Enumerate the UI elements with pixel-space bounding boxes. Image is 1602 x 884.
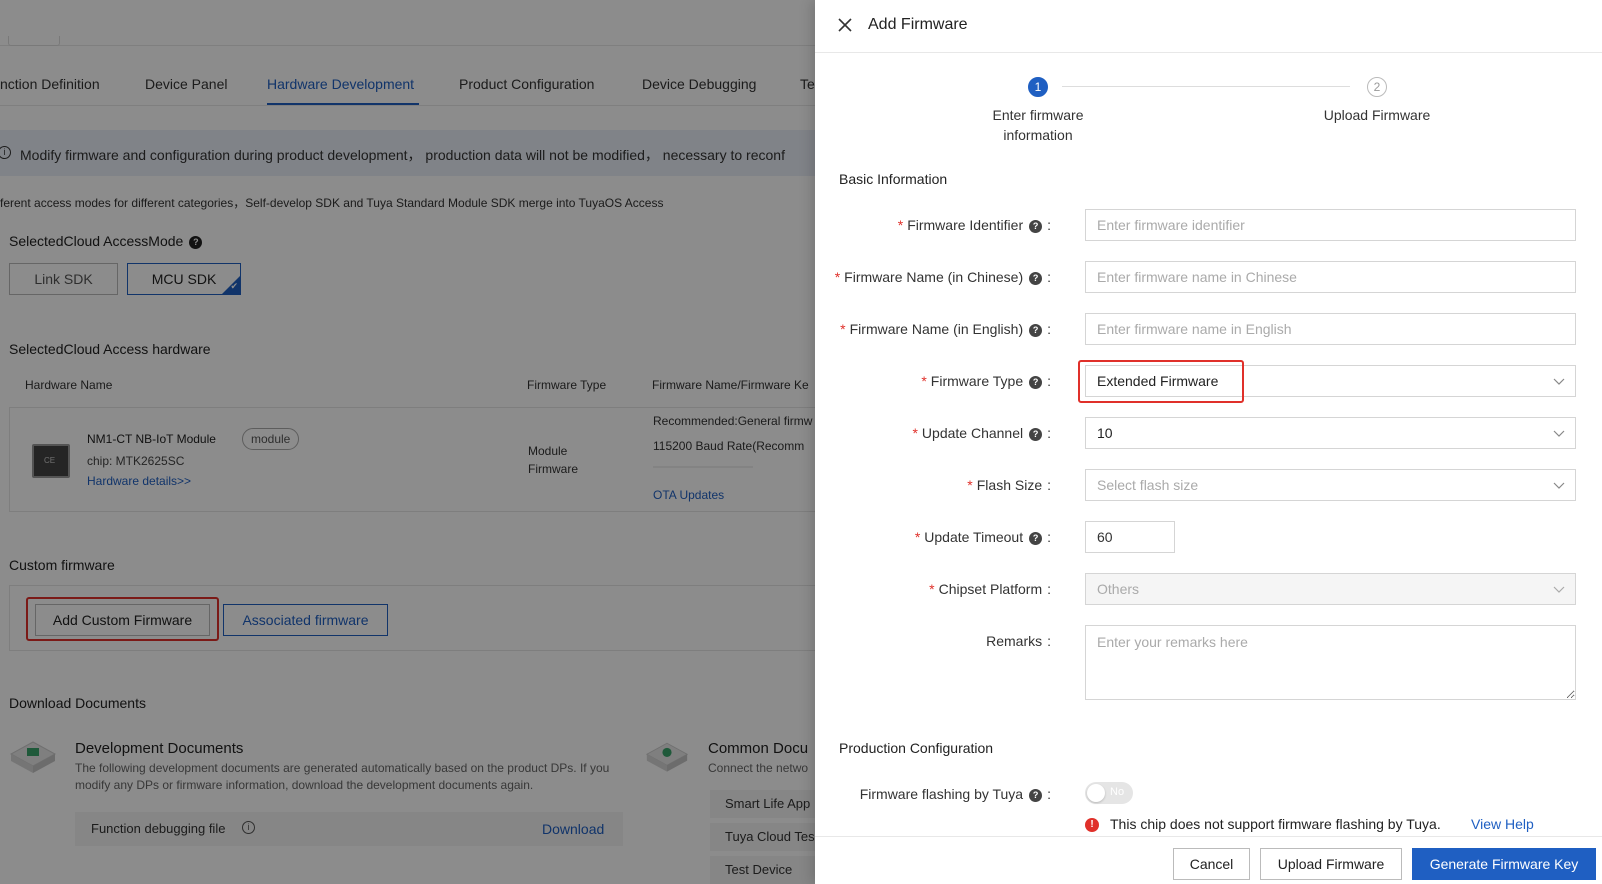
chipset-platform-label-text: Chipset Platform	[938, 581, 1043, 597]
required-marker: *	[840, 321, 846, 337]
flashing-warning-text: This chip does not support firmware flas…	[1110, 816, 1441, 832]
drawer-title: Add Firmware	[868, 16, 968, 33]
firmware-name-cn-label-text: Firmware Name (in Chinese)	[844, 269, 1024, 285]
step-2-dot: 2	[1367, 77, 1387, 97]
modal-overlay[interactable]	[0, 0, 815, 884]
update-channel-value: 10	[1097, 425, 1113, 441]
flash-size-label: * Flash Size:	[967, 477, 1051, 493]
question-icon[interactable]: ?	[1029, 532, 1043, 545]
label-colon: :	[1047, 529, 1051, 545]
question-icon[interactable]: ?	[1029, 376, 1043, 389]
firmware-identifier-input[interactable]	[1085, 209, 1576, 241]
view-help-link[interactable]: View Help	[1471, 816, 1534, 832]
flash-size-select[interactable]: Select flash size	[1085, 469, 1576, 501]
chipset-platform-select: Others	[1085, 573, 1576, 605]
firmware-type-label-text: Firmware Type	[930, 373, 1024, 389]
label-colon: :	[1047, 786, 1051, 802]
chipset-platform-label: * Chipset Platform:	[929, 581, 1051, 597]
chevron-down-icon	[1553, 482, 1565, 489]
label-colon: :	[1047, 321, 1051, 337]
question-icon[interactable]: ?	[1029, 789, 1043, 802]
flashing-by-tuya-toggle[interactable]: No	[1085, 782, 1133, 804]
error-icon: !	[1085, 818, 1099, 832]
remarks-label: Remarks:	[986, 633, 1051, 649]
firmware-name-cn-input[interactable]	[1085, 261, 1576, 293]
question-icon[interactable]: ?	[1029, 220, 1043, 233]
label-colon: :	[1047, 217, 1051, 233]
update-timeout-label-text: Update Timeout	[924, 529, 1024, 545]
firmware-name-cn-label: * Firmware Name (in Chinese)?:	[835, 269, 1051, 285]
firmware-name-en-label: * Firmware Name (in English)?:	[840, 321, 1051, 337]
drawer-header: Add Firmware	[815, 0, 1602, 53]
step-indicator: 1 2 Enter firmware information Upload Fi…	[815, 70, 1602, 150]
drawer-footer: Cancel Upload Firmware Generate Firmware…	[815, 836, 1602, 884]
update-channel-select[interactable]: 10	[1085, 417, 1576, 449]
update-channel-label-text: Update Channel	[921, 425, 1024, 441]
toggle-state-label: No	[1110, 786, 1125, 798]
firmware-identifier-label: * Firmware Identifier?:	[898, 217, 1051, 233]
label-colon: :	[1047, 633, 1051, 649]
production-configuration-title: Production Configuration	[839, 740, 994, 756]
label-colon: :	[1047, 581, 1051, 597]
chevron-down-icon	[1553, 378, 1565, 385]
update-timeout-input[interactable]	[1085, 521, 1175, 553]
flash-size-placeholder: Select flash size	[1097, 477, 1199, 493]
chevron-down-icon	[1553, 430, 1565, 437]
required-marker: *	[914, 529, 921, 545]
label-colon: :	[1047, 477, 1051, 493]
question-icon[interactable]: ?	[1029, 324, 1043, 337]
required-marker: *	[967, 477, 973, 493]
remarks-label-text: Remarks	[986, 633, 1043, 649]
firmware-type-label: * Firmware Type?:	[921, 373, 1051, 389]
close-icon[interactable]	[835, 15, 855, 35]
chevron-down-icon	[1553, 586, 1565, 593]
update-timeout-label: * Update Timeout?:	[915, 529, 1051, 545]
basic-information-title: Basic Information	[839, 171, 948, 187]
firmware-name-en-input[interactable]	[1085, 313, 1576, 345]
add-firmware-drawer: Add Firmware 1 2 Enter firmware informat…	[815, 0, 1602, 884]
step-1-dot: 1	[1028, 77, 1048, 97]
required-marker: *	[912, 425, 918, 441]
toggle-knob	[1087, 784, 1105, 802]
required-marker: *	[897, 217, 904, 233]
required-marker: *	[929, 581, 935, 597]
update-channel-label: * Update Channel?:	[912, 425, 1051, 441]
highlight-firmware-type	[1078, 360, 1244, 403]
firmware-name-en-label-text: Firmware Name (in English)	[849, 321, 1024, 337]
cancel-button[interactable]: Cancel	[1173, 848, 1250, 880]
label-colon: :	[1047, 373, 1051, 389]
step-2-label: Upload Firmware	[1323, 107, 1431, 123]
required-marker: *	[834, 269, 841, 285]
required-marker: *	[921, 373, 927, 389]
generate-firmware-key-button[interactable]: Generate Firmware Key	[1412, 848, 1596, 880]
upload-firmware-button[interactable]: Upload Firmware	[1260, 848, 1402, 880]
firmware-identifier-label-text: Firmware Identifier	[907, 217, 1024, 233]
step-connector	[1062, 86, 1350, 87]
step-1-label: Enter firmware information	[992, 107, 1084, 143]
label-colon: :	[1047, 425, 1051, 441]
flashing-by-tuya-label: Firmware flashing by Tuya?:	[860, 786, 1051, 802]
remarks-textarea[interactable]	[1085, 625, 1576, 700]
flashing-by-tuya-label-text: Firmware flashing by Tuya	[859, 786, 1024, 802]
chipset-platform-value: Others	[1097, 581, 1140, 597]
question-icon[interactable]: ?	[1029, 428, 1043, 441]
question-icon[interactable]: ?	[1029, 272, 1043, 285]
label-colon: :	[1047, 269, 1051, 285]
flash-size-label-text: Flash Size	[976, 477, 1043, 493]
